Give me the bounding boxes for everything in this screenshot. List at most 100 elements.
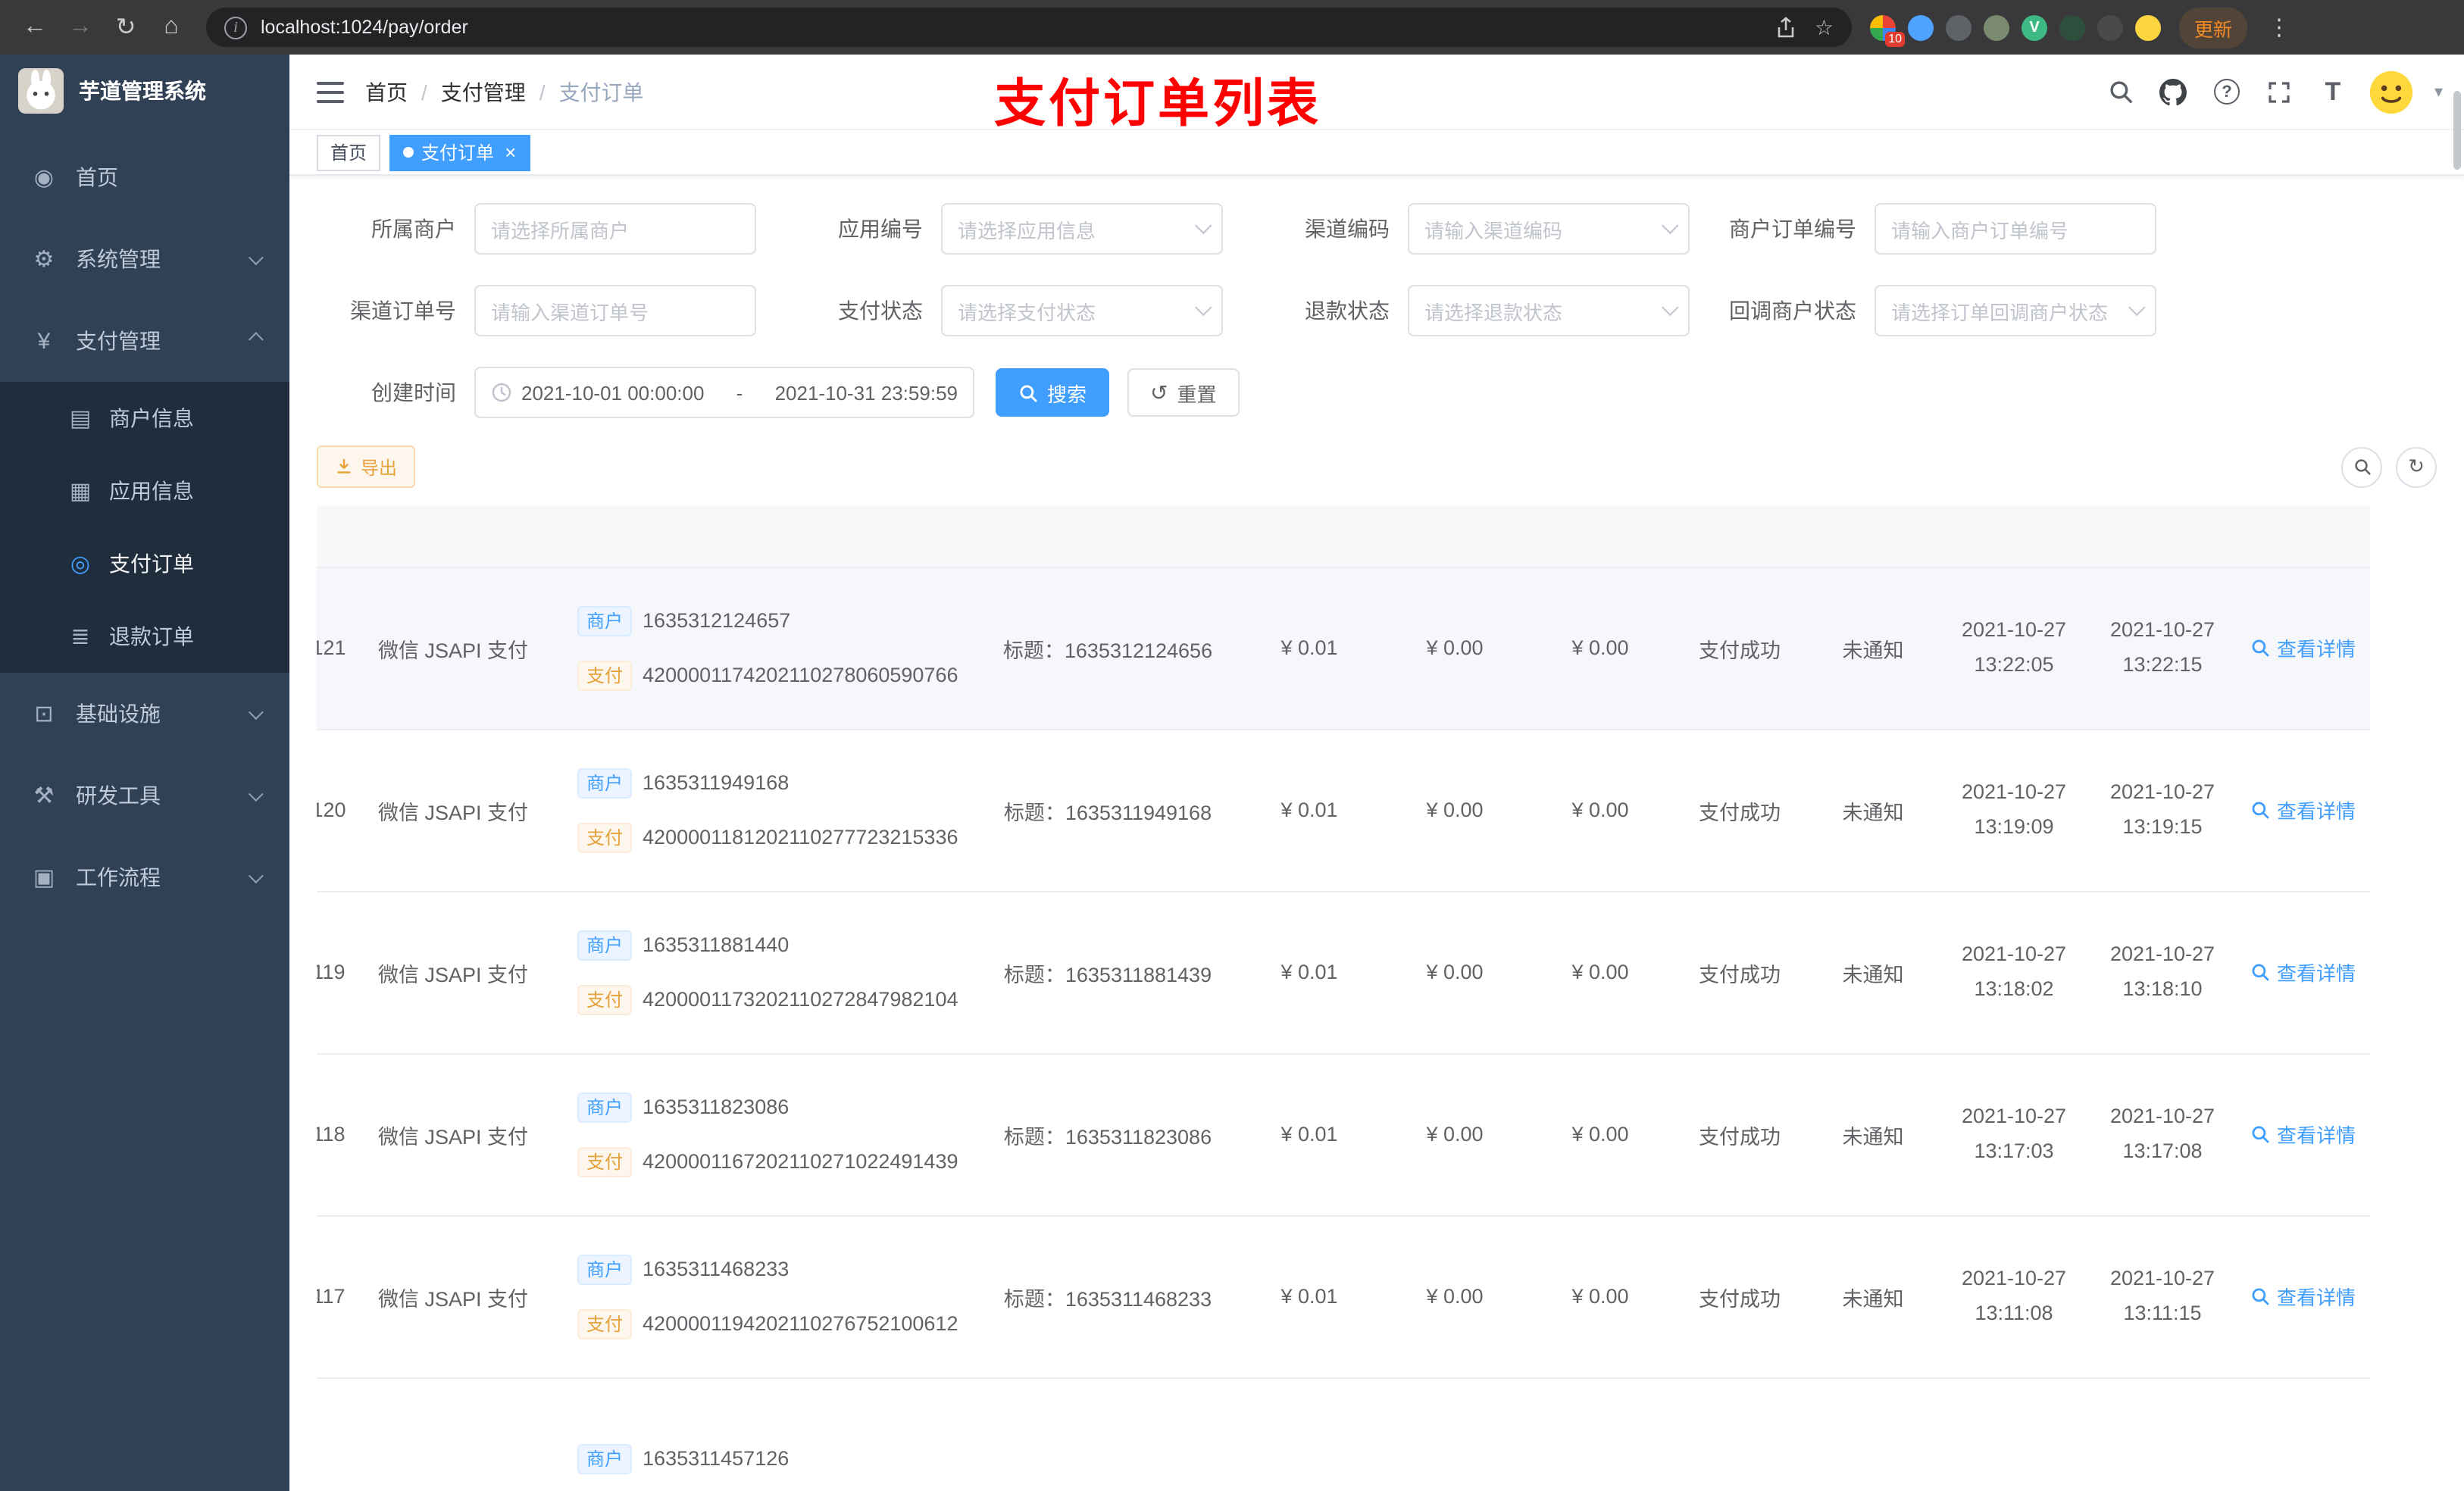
sidebar-subitem[interactable]: ▤ 商户信息 (0, 382, 289, 455)
home-button[interactable]: ⌂ (152, 8, 191, 47)
cell-create-time (1940, 1377, 2088, 1491)
filter-input[interactable]: 请输入渠道编码 (1408, 203, 1690, 255)
close-icon[interactable]: × (505, 141, 516, 164)
filter-placeholder: 请选择退款状态 (1424, 301, 1563, 324)
column-header[interactable] (1806, 506, 1940, 567)
user-avatar[interactable] (2369, 69, 2415, 114)
toggle-search-button[interactable] (2341, 446, 2382, 487)
filter-input[interactable]: 请输入商户订单编号 (1875, 203, 2156, 255)
column-header[interactable] (2088, 506, 2237, 567)
export-button[interactable]: 导出 (317, 445, 416, 488)
extension-emoji[interactable] (2135, 14, 2161, 40)
view-detail-link[interactable]: 查看详情 (2251, 958, 2356, 986)
date-range-input[interactable]: 2021-10-01 00:00:00 - 2021-10-31 23:59:5… (474, 367, 974, 418)
sidebar-subitem[interactable]: ▦ 应用信息 (0, 455, 289, 527)
filter-input[interactable]: 请选择支付状态 (941, 285, 1223, 336)
column-header[interactable] (1382, 506, 1527, 567)
view-detail-link[interactable]: 查看详情 (2251, 1282, 2356, 1311)
back-button[interactable]: ← (15, 8, 55, 47)
sidebar-item[interactable]: ◉ 首页 (0, 136, 289, 218)
extension-dark-green[interactable] (2059, 14, 2085, 40)
font-size-icon[interactable]: T (2316, 75, 2350, 108)
extension-olive[interactable] (1984, 14, 2009, 40)
extension-gray[interactable] (1946, 14, 1972, 40)
column-header[interactable] (2237, 506, 2370, 567)
update-button[interactable]: 更新 (2179, 7, 2248, 48)
cell-id: 120 (317, 729, 362, 892)
cell-status: 支付成功 (1673, 1215, 1806, 1378)
scrollbar-thumb[interactable] (2453, 91, 2461, 170)
column-header[interactable] (979, 506, 1237, 567)
date-start[interactable]: 2021-10-01 00:00:00 (521, 381, 727, 404)
filter-placeholder: 请选择支付状态 (958, 301, 1096, 324)
view-detail-link[interactable]: 查看详情 (2251, 633, 2356, 662)
extension-dark[interactable] (2097, 14, 2123, 40)
filter-input[interactable]: 请选择订单回调商户状态 (1875, 285, 2156, 336)
extension-vue-devtools[interactable]: V (2022, 14, 2047, 40)
sidebar-item[interactable]: ⚙ 系统管理 (0, 218, 289, 300)
forward-button[interactable]: → (61, 8, 100, 47)
filter-input[interactable]: 请选择应用信息 (941, 203, 1223, 255)
column-header[interactable] (1527, 506, 1673, 567)
sidebar-item[interactable]: ⚒ 研发工具 (0, 755, 289, 836)
tab[interactable]: 首页 (317, 134, 381, 170)
pay-line: 支付 4200001173202110272847982104 (577, 984, 979, 1014)
star-icon[interactable]: ☆ (1815, 14, 1834, 40)
hamburger-icon[interactable] (317, 80, 344, 104)
column-header[interactable] (1673, 506, 1806, 567)
view-detail-label: 查看详情 (2276, 638, 2356, 661)
sidebar-item[interactable]: ¥ 支付管理 (0, 300, 289, 382)
extension-blue[interactable] (1908, 14, 1934, 40)
breadcrumb-item[interactable]: 支付订单 (559, 77, 644, 107)
view-detail-link[interactable]: 查看详情 (2251, 796, 2356, 824)
github-icon[interactable] (2157, 75, 2190, 108)
breadcrumb-item[interactable]: 首页 (365, 77, 408, 107)
tab[interactable]: 支付订单 × (389, 134, 530, 170)
address-bar[interactable]: i localhost:1024/pay/order ☆ (206, 8, 1852, 47)
info-icon[interactable]: i (224, 16, 247, 39)
url-text[interactable]: localhost:1024/pay/order (261, 17, 1759, 38)
view-detail-link[interactable]: 查看详情 (2251, 1120, 2356, 1149)
share-icon[interactable] (1777, 16, 1796, 39)
menu-dots-icon[interactable]: ⋮ (2259, 8, 2299, 47)
merchant-tag: 商户 (577, 1092, 633, 1122)
help-icon[interactable]: ? (2210, 75, 2244, 108)
sidebar-subitem[interactable]: ≣ 退款订单 (0, 600, 289, 673)
sidebar-group: ▣ 工作流程 (0, 836, 289, 918)
cell-create-time: 2021-10-27 13:18:02 (1940, 891, 2088, 1054)
filter-input[interactable]: 请选择退款状态 (1408, 285, 1690, 336)
pay-order-no: 4200001167202110271022491439 (643, 1150, 958, 1173)
refresh-button[interactable]: ↻ (2396, 446, 2437, 487)
column-header[interactable] (317, 506, 362, 567)
caret-down-icon[interactable]: ▾ (2434, 82, 2443, 102)
app-logo[interactable]: 芋道管理系统 (0, 55, 289, 127)
column-header[interactable] (362, 506, 544, 567)
search-button[interactable]: 搜索 (996, 368, 1110, 417)
cell-notify-status: 未通知 (1806, 729, 1940, 892)
page-content: 所属商户 请选择所属商户 应用编号 请选择应用信息 渠道编码 请输入渠道编码 商… (289, 176, 2464, 1491)
filter-placeholder: 请选择订单回调商户状态 (1891, 301, 2109, 324)
column-header[interactable] (544, 506, 979, 567)
tab-label: 支付订单 (421, 142, 495, 164)
annotation-text: 支付订单列表 (994, 76, 1321, 133)
sidebar-item-label: 支付管理 (76, 329, 161, 353)
fullscreen-icon[interactable] (2263, 75, 2297, 108)
extension-multicolor[interactable]: 10 (1870, 14, 1905, 46)
main-area: 首页 / 支付管理 / 支付订单 支付订单列表 ? T ▾ 首页 支付订单 × … (289, 55, 2464, 1491)
filter-label: 支付状态 (838, 299, 923, 323)
cell-id: 121 (317, 567, 362, 730)
column-header[interactable] (1237, 506, 1382, 567)
sidebar-item[interactable]: ▣ 工作流程 (0, 836, 289, 918)
filter-input[interactable]: 请输入渠道订单号 (474, 285, 756, 336)
breadcrumb-item[interactable]: 支付管理 (441, 77, 526, 107)
search-icon[interactable] (2104, 75, 2137, 108)
sidebar-item[interactable]: ⊡ 基础设施 (0, 673, 289, 755)
cell-actions: 查看详情 (2237, 729, 2370, 892)
sidebar-subitem[interactable]: ◎ 支付订单 (0, 527, 289, 600)
reload-button[interactable]: ↻ (106, 8, 145, 47)
reset-button[interactable]: ↺ 重置 (1127, 368, 1240, 417)
cell-id (317, 1377, 362, 1491)
date-end[interactable]: 2021-10-31 23:59:59 (752, 381, 958, 404)
column-header[interactable] (1940, 506, 2088, 567)
filter-input[interactable]: 请选择所属商户 (474, 203, 756, 255)
